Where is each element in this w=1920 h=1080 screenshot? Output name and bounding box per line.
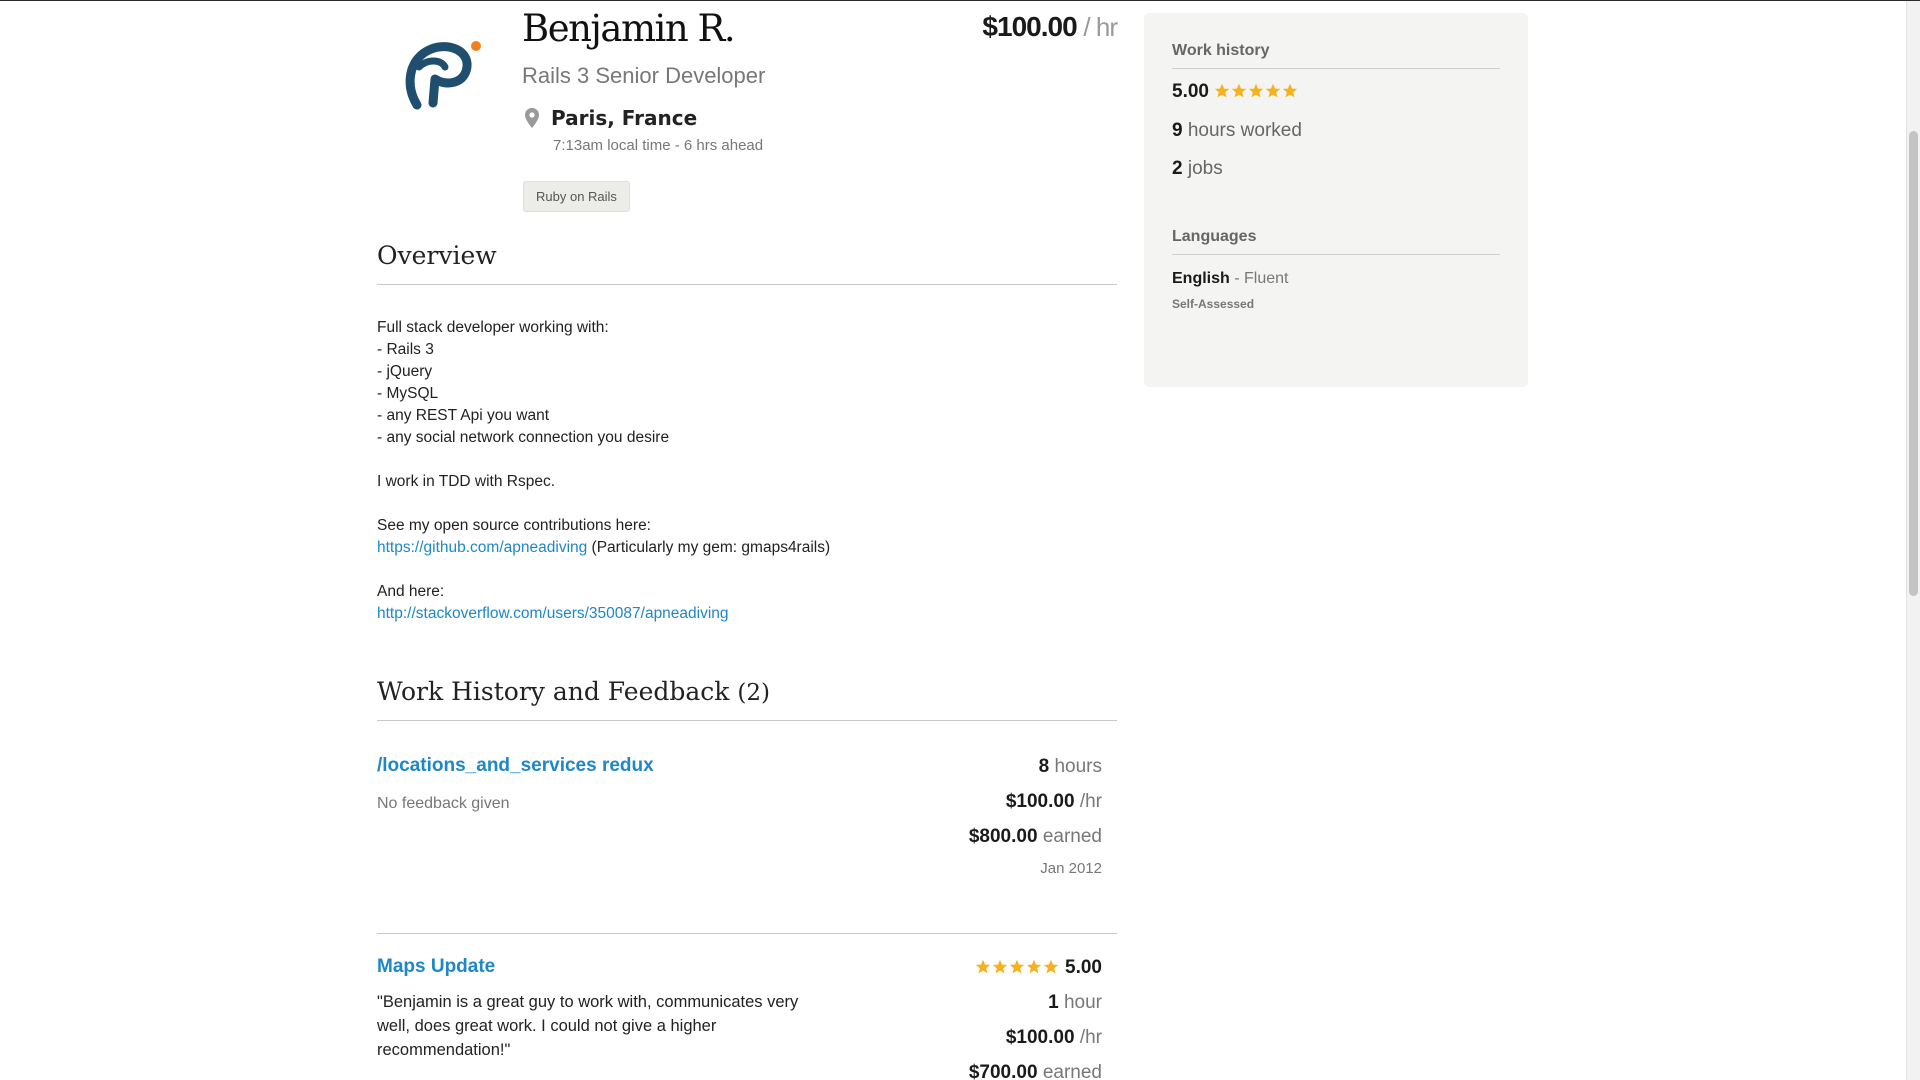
star-icon (1026, 959, 1041, 974)
star-icon (992, 959, 1007, 974)
freelancer-name: Benjamin R. (522, 7, 736, 50)
sidebar-rating: 5.00 (1172, 81, 1299, 103)
scrollbar-thumb[interactable] (1909, 131, 1918, 596)
star-icon (1215, 83, 1230, 98)
overview-oss-intro: See my open source contributions here: (377, 517, 651, 534)
language-name: English (1172, 270, 1230, 287)
skill-tag[interactable]: Ruby on Rails (523, 181, 630, 212)
stackoverflow-link[interactable]: http://stackoverflow.com/users/350087/ap… (377, 605, 729, 622)
map-pin-icon (525, 108, 539, 128)
hourly-rate: $100.00 / hr (982, 11, 1118, 43)
sidebar-hours-worked: 9 hours worked (1172, 120, 1302, 141)
overview-line: Full stack developer working with: (377, 319, 609, 336)
sidebar-rating-stars (1214, 83, 1299, 99)
job-stats: 5.00 1 hour $100.00 /hr $700.00 earned (969, 956, 1102, 1080)
job-earned: $700.00 earned (968, 1062, 1102, 1080)
job-rate: $100.00 /hr (1005, 791, 1102, 812)
job-divider (377, 933, 1117, 934)
job-earned: $800.00 earned (968, 826, 1102, 847)
overview-heading: Overview (377, 241, 1117, 285)
job-feedback: "Benjamin is a great guy to work with, c… (377, 993, 799, 1059)
job-hours: 8 hours (1038, 756, 1102, 777)
overview-line: - any social network connection you desi… (377, 429, 670, 446)
overview-and-here: And here: (377, 583, 445, 600)
job-title-link[interactable]: Maps Update (377, 956, 495, 978)
job-stats: 8 hours $100.00 /hr $800.00 earned Jan 2… (969, 755, 1102, 877)
sidebar-languages-heading: Languages (1172, 228, 1500, 255)
work-history-heading-text: Work History and Feedback (377, 677, 730, 706)
overview-line: - Rails 3 (377, 341, 434, 358)
sidebar-jobs: 2 jobs (1172, 158, 1223, 179)
local-time: 7:13am local time - 6 hrs ahead (553, 137, 764, 154)
job-hours: 1 hour (1048, 992, 1102, 1013)
overview-text: Full stack developer working with: - Rai… (377, 317, 1117, 647)
freelancer-title: Rails 3 Senior Developer (522, 63, 766, 88)
sidebar-rating-value: 5.00 (1172, 81, 1209, 102)
job-rating-value: 5.00 (1065, 957, 1102, 978)
hourly-rate-unit: / hr (1083, 12, 1118, 42)
overview-line: - MySQL (377, 385, 439, 402)
profile-sidebar: Work history 5.00 9 hours worked 2 jobs … (1144, 13, 1528, 387)
star-icon (1283, 83, 1298, 98)
page: Benjamin R. $100.00 / hr Rails 3 Senior … (0, 0, 1920, 1080)
star-icon (1249, 83, 1264, 98)
hourly-rate-amount: $100.00 (982, 11, 1077, 42)
work-history-heading: Work History and Feedback (2) (377, 677, 1117, 721)
star-icon (1232, 83, 1247, 98)
job-date: Jan 2012 (1040, 860, 1102, 877)
sidebar-work-history-heading: Work history (1172, 42, 1500, 69)
job-title-link[interactable]: /locations_and_services redux (377, 755, 654, 777)
overview-tdd: I work in TDD with Rspec. (377, 473, 556, 490)
location: Paris, France (525, 106, 697, 130)
star-icon (975, 959, 990, 974)
work-history-count: (2) (737, 680, 770, 706)
star-icon (1009, 959, 1024, 974)
job-rating-stars (975, 959, 1060, 975)
language-level: - Fluent (1229, 270, 1289, 287)
profile-logo (405, 41, 481, 110)
star-icon (1266, 83, 1281, 98)
overview-line: - any REST Api you want (377, 407, 550, 424)
github-note: (Particularly my gem: gmaps4rails) (587, 539, 831, 556)
language-entry: English - Fluent (1172, 270, 1288, 288)
location-text: Paris, France (551, 106, 698, 130)
github-link[interactable]: https://github.com/apneadiving (377, 539, 587, 556)
job-rating: 5.00 (969, 956, 1102, 991)
job-rate: $100.00 /hr (1005, 1027, 1102, 1048)
job-feedback: No feedback given (377, 795, 510, 812)
star-icon (1043, 959, 1058, 974)
language-note: Self-Assessed (1172, 297, 1255, 311)
vertical-scrollbar[interactable] (1906, 1, 1920, 1080)
overview-line: - jQuery (377, 363, 433, 380)
